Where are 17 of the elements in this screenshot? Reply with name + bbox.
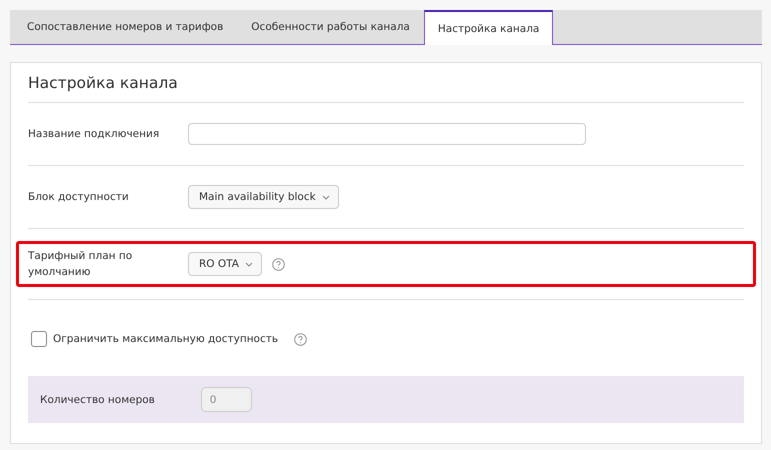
checkbox-label: Ограничить максимальную доступность [53, 333, 278, 345]
caret-icon [322, 194, 330, 200]
panel-title: Настройка канала [28, 63, 744, 103]
help-icon[interactable] [272, 258, 285, 270]
tab[interactable]: Сопоставление номеров и тарифов [13, 10, 238, 44]
field-label: Количество номеров [40, 394, 156, 406]
dropdown[interactable]: RO OTA [188, 252, 262, 276]
field-label: Блок доступности [28, 190, 130, 205]
dropdown[interactable]: Main availability block [188, 185, 339, 209]
caret-icon [244, 262, 253, 266]
checkbox[interactable] [31, 331, 47, 347]
field-label: Название подключения [28, 127, 160, 142]
help-icon[interactable] [294, 332, 308, 346]
tab[interactable]: Особенности работы канала [237, 10, 424, 44]
tab[interactable]: Настройка канала [424, 10, 554, 45]
input-field[interactable] [188, 123, 586, 145]
field-label: Тарифный план по умолчанию [28, 249, 134, 280]
